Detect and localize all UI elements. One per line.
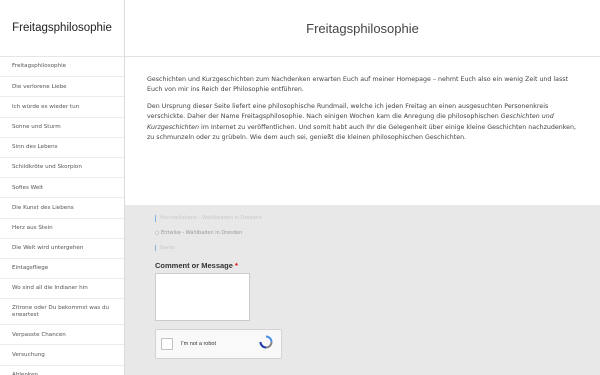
sidebar-item-ablenken[interactable]: Ablenken xyxy=(0,366,124,375)
recaptcha-logo-icon xyxy=(259,334,273,353)
sidebar-item-freitagsphilosophie[interactable]: Freitagsphilosophie xyxy=(0,57,124,78)
site-title[interactable]: Freitagsphilosophie xyxy=(0,0,124,57)
sidebar-nav: Freitagsphilosophie Die verlorene Liebe … xyxy=(0,57,124,375)
origin-text-2: im Internet zu veröffentlichen. Und somi… xyxy=(147,123,577,141)
faint-link-secondary[interactable]: ○ Eritwike - Wahlbaden in Dresden xyxy=(155,230,265,237)
sidebar-item-herz-aus-stein[interactable]: Herz aus Stein xyxy=(0,219,124,239)
page-content: Geschichten und Kurzgeschichten zum Nach… xyxy=(125,57,600,205)
required-mark: * xyxy=(235,261,238,271)
faint-link[interactable]: Hochzeitsband - Wahlbbaden in Dresden xyxy=(155,215,265,222)
recaptcha-widget: I'm not a robot xyxy=(155,329,282,360)
sidebar-item-die-welt-wird-untergehen[interactable]: Die Welt wird untergehen xyxy=(0,239,124,259)
intro-paragraph: Geschichten und Kurzgeschichten zum Nach… xyxy=(147,76,569,94)
origin-paragraph: Den Ursprung dieser Seite liefert eine p… xyxy=(147,102,578,144)
sidebar-item-schildkroete-und-skorpion[interactable]: Schildkröte und Skorpion xyxy=(0,158,124,179)
page-title: Freitagsphilosophie xyxy=(306,20,419,36)
faint-label: Name xyxy=(155,244,195,252)
sidebar-item-verpasste-chancen[interactable]: Verpasste Chancen xyxy=(0,325,124,346)
recaptcha-checkbox[interactable] xyxy=(161,338,173,351)
sidebar-item-ich-wuerde-es-wieder-tun[interactable]: Ich würde es wieder tun xyxy=(0,97,124,118)
comment-label: Comment or Message * xyxy=(155,261,570,270)
sidebar-item-versuchung[interactable]: Versuchung xyxy=(0,345,124,366)
sidebar-item-sofies-welt[interactable]: Sofies Welt xyxy=(0,178,124,199)
sidebar: Freitagsphilosophie Freitagsphilosophie … xyxy=(0,0,125,375)
main-area: Freitagsphilosophie Geschichten und Kurz… xyxy=(125,0,600,375)
page-header: Freitagsphilosophie xyxy=(125,0,600,57)
comment-section: Hochzeitsband - Wahlbbaden in Dresden ○ … xyxy=(125,205,600,369)
recaptcha-label: I'm not a robot xyxy=(181,341,216,348)
sidebar-item-eintagsfliege[interactable]: Eintagsfliege xyxy=(0,259,124,280)
origin-text-1: Den Ursprung dieser Seite liefert eine p… xyxy=(147,102,549,121)
sidebar-item-wo-sind-all-die-indianer-hin[interactable]: Wo sind all die Indianer hin xyxy=(0,279,124,300)
sidebar-item-sonne-und-sturm[interactable]: Sonne und Sturm xyxy=(0,118,124,138)
sidebar-item-zitrone[interactable]: Zitrone oder Du bekommst was du erwartes… xyxy=(0,299,124,326)
comment-label-text: Comment or Message xyxy=(155,261,233,271)
sidebar-item-die-verlorene-liebe[interactable]: Die verlorene Liebe xyxy=(0,77,124,98)
sidebar-item-die-kunst-des-liebens[interactable]: Die Kunst des Liebens xyxy=(0,198,124,219)
comment-textarea[interactable] xyxy=(155,273,250,322)
sidebar-item-sinn-des-lebens[interactable]: Sinn des Lebens xyxy=(0,138,124,158)
